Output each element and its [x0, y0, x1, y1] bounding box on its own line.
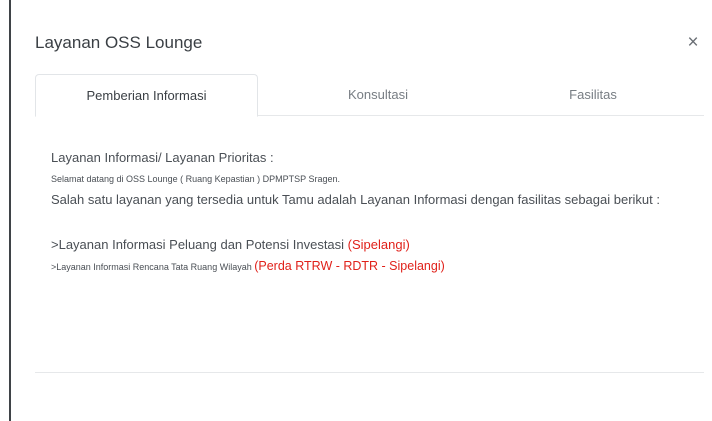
list-item-text: >Layanan Informasi Rencana Tata Ruang Wi… — [51, 262, 255, 272]
intro-paragraph: Salah satu layanan yang tersedia untuk T… — [51, 192, 660, 207]
tab-pemberian-informasi[interactable]: Pemberian Informasi — [35, 74, 258, 117]
content-heading: Layanan Informasi/ Layanan Prioritas : — [51, 150, 274, 165]
screen: Layanan OSS Lounge × Pemberian Informasi… — [0, 0, 712, 421]
list-item-highlight: (Perda RTRW - RDTR - Sipelangi) — [254, 259, 445, 273]
welcome-text: Selamat datang di OSS Lounge ( Ruang Kep… — [51, 174, 341, 184]
list-item: >Layanan Informasi Peluang dan Potensi I… — [51, 235, 691, 255]
list-item: >Layanan Informasi Rencana Tata Ruang Wi… — [51, 257, 691, 276]
list-item-text: >Layanan Informasi Peluang dan Potensi I… — [51, 237, 348, 252]
oss-lounge-modal: Layanan OSS Lounge × Pemberian Informasi… — [11, 0, 712, 421]
list-item-highlight: (Sipelangi) — [347, 237, 410, 252]
tab-konsultasi[interactable]: Konsultasi — [303, 74, 453, 115]
tab-content: Layanan Informasi/ Layanan Prioritas : S… — [51, 148, 691, 276]
tab-fasilitas[interactable]: Fasilitas — [518, 74, 668, 115]
modal-footer-divider — [35, 372, 704, 373]
close-icon[interactable]: × — [686, 33, 700, 53]
modal-title: Layanan OSS Lounge — [35, 33, 203, 52]
